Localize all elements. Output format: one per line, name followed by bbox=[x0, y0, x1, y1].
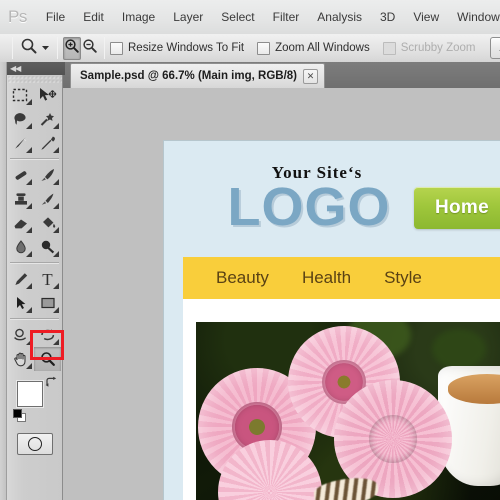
healing-brush-tool[interactable] bbox=[7, 163, 34, 187]
tool-divider bbox=[10, 262, 59, 264]
checkbox-box bbox=[382, 41, 396, 55]
tool-group-selection bbox=[7, 83, 62, 155]
eyedropper-tool[interactable] bbox=[34, 131, 61, 155]
divider bbox=[104, 37, 105, 59]
menu-edit[interactable]: Edit bbox=[74, 7, 113, 27]
home-button[interactable]: Home bbox=[414, 187, 500, 229]
pen-tool[interactable] bbox=[7, 267, 34, 291]
zoom-all-windows-label: Zoom All Windows bbox=[275, 42, 370, 54]
path-selection-tool[interactable] bbox=[7, 291, 34, 315]
options-bar: Resize Windows To Fit Zoom All Windows S… bbox=[0, 34, 500, 63]
zoom-out-icon bbox=[82, 38, 98, 59]
magnifier-icon bbox=[20, 37, 38, 60]
tools-panel-grip[interactable] bbox=[7, 75, 62, 83]
menu-view[interactable]: View bbox=[404, 7, 448, 27]
close-icon[interactable]: ✕ bbox=[302, 68, 318, 84]
nav-item-beauty[interactable]: Beauty bbox=[216, 268, 269, 288]
site-content-panel bbox=[183, 299, 500, 500]
resize-windows-to-fit-label: Resize Windows To Fit bbox=[128, 42, 245, 54]
nav-item-health[interactable]: Health bbox=[302, 268, 351, 288]
menu-layer[interactable]: Layer bbox=[164, 7, 212, 27]
menu-filter[interactable]: Filter bbox=[264, 7, 309, 27]
menu-image[interactable]: Image bbox=[113, 7, 164, 27]
scrubby-zoom-checkbox: Scrubby Zoom bbox=[382, 41, 476, 55]
swap-colors-icon[interactable] bbox=[45, 376, 57, 391]
color-swatches bbox=[7, 375, 62, 427]
menu-bar: Ps File Edit Image Layer Select Filter A… bbox=[0, 0, 500, 35]
lasso-tool[interactable] bbox=[7, 107, 34, 131]
zoom-out-button[interactable] bbox=[81, 37, 99, 60]
hand-tool[interactable] bbox=[7, 347, 34, 371]
divider bbox=[57, 37, 58, 59]
document-tab-bar: Sample.psd @ 66.7% (Main img, RGB/8) ✕ bbox=[62, 62, 500, 89]
clone-stamp-tool[interactable] bbox=[7, 187, 34, 211]
website-mockup-page: Your Site‘s LOGO Home Beauty Health Styl… bbox=[164, 141, 500, 500]
type-icon: T bbox=[42, 269, 53, 289]
leaf-shape bbox=[432, 329, 487, 370]
document-tab-title: Sample.psd @ 66.7% (Main img, RGB/8) bbox=[80, 70, 297, 82]
quick-mask-button[interactable] bbox=[16, 433, 53, 455]
tool-divider bbox=[10, 158, 59, 160]
crop-tool[interactable] bbox=[7, 131, 34, 155]
nav-item-style[interactable]: Style bbox=[384, 268, 422, 288]
tool-group-vector: T bbox=[7, 267, 62, 315]
photoshop-window: Ps File Edit Image Layer Select Filter A… bbox=[0, 0, 500, 500]
default-colors-icon[interactable] bbox=[13, 409, 26, 422]
eraser-tool[interactable] bbox=[7, 211, 34, 235]
site-logo-block: Your Site‘s LOGO bbox=[194, 163, 424, 237]
actual-pixels-button[interactable]: Actua bbox=[490, 37, 500, 59]
chevron-down-icon[interactable] bbox=[41, 39, 50, 57]
zoom-in-button[interactable] bbox=[63, 36, 81, 60]
zoom-all-windows-checkbox[interactable]: Zoom All Windows bbox=[257, 41, 370, 55]
marquee-tool[interactable] bbox=[7, 83, 34, 107]
menu-analysis[interactable]: Analysis bbox=[308, 7, 371, 27]
zoom-in-icon bbox=[64, 38, 80, 59]
resize-windows-to-fit-checkbox[interactable]: Resize Windows To Fit bbox=[110, 41, 245, 55]
zoom-tool[interactable] bbox=[34, 347, 61, 371]
3d-orbit-tool[interactable] bbox=[34, 323, 61, 347]
quick-mask-icon bbox=[27, 437, 42, 451]
checkbox-box[interactable] bbox=[257, 41, 271, 55]
photoshop-logo-icon: Ps bbox=[8, 7, 27, 26]
left-dock-edge bbox=[0, 62, 7, 500]
menu-3d[interactable]: 3D bbox=[371, 7, 404, 27]
current-tool-preset-picker[interactable] bbox=[18, 37, 52, 60]
move-tool[interactable] bbox=[34, 83, 61, 107]
tool-group-navigation bbox=[7, 323, 62, 371]
tools-panel-collapse-button[interactable]: ◀◀ bbox=[7, 62, 65, 75]
flowers-photo bbox=[196, 322, 500, 500]
move-icon bbox=[40, 88, 57, 101]
brush-tool[interactable] bbox=[34, 163, 61, 187]
menu-file[interactable]: File bbox=[37, 7, 74, 27]
home-button-label: Home bbox=[435, 197, 489, 218]
tool-group-retouch bbox=[7, 163, 62, 259]
rectangle-shape-tool[interactable] bbox=[34, 291, 61, 315]
zoom-tool-icon bbox=[40, 352, 55, 366]
scrubby-zoom-label: Scrubby Zoom bbox=[400, 42, 476, 54]
history-brush-tool[interactable] bbox=[34, 187, 61, 211]
blur-tool[interactable] bbox=[7, 235, 34, 259]
tool-divider bbox=[10, 318, 59, 320]
foreground-color-swatch[interactable] bbox=[17, 381, 43, 407]
menu-window[interactable]: Window bbox=[448, 7, 500, 27]
site-nav-bar: Beauty Health Style bbox=[183, 257, 500, 299]
type-tool[interactable]: T bbox=[34, 267, 61, 291]
dodge-tool[interactable] bbox=[34, 235, 61, 259]
3d-rotate-tool[interactable] bbox=[7, 323, 34, 347]
magic-wand-tool[interactable] bbox=[34, 107, 61, 131]
document-tab[interactable]: Sample.psd @ 66.7% (Main img, RGB/8) ✕ bbox=[70, 63, 325, 88]
paint-bucket-tool[interactable] bbox=[34, 211, 61, 235]
tools-panel: ◀◀ T bbox=[7, 62, 65, 500]
document-canvas[interactable]: Your Site‘s LOGO Home Beauty Health Styl… bbox=[63, 88, 500, 500]
menu-select[interactable]: Select bbox=[212, 7, 263, 27]
divider bbox=[12, 37, 13, 59]
site-logo-word: LOGO bbox=[227, 177, 391, 237]
checkbox-box[interactable] bbox=[110, 41, 123, 55]
